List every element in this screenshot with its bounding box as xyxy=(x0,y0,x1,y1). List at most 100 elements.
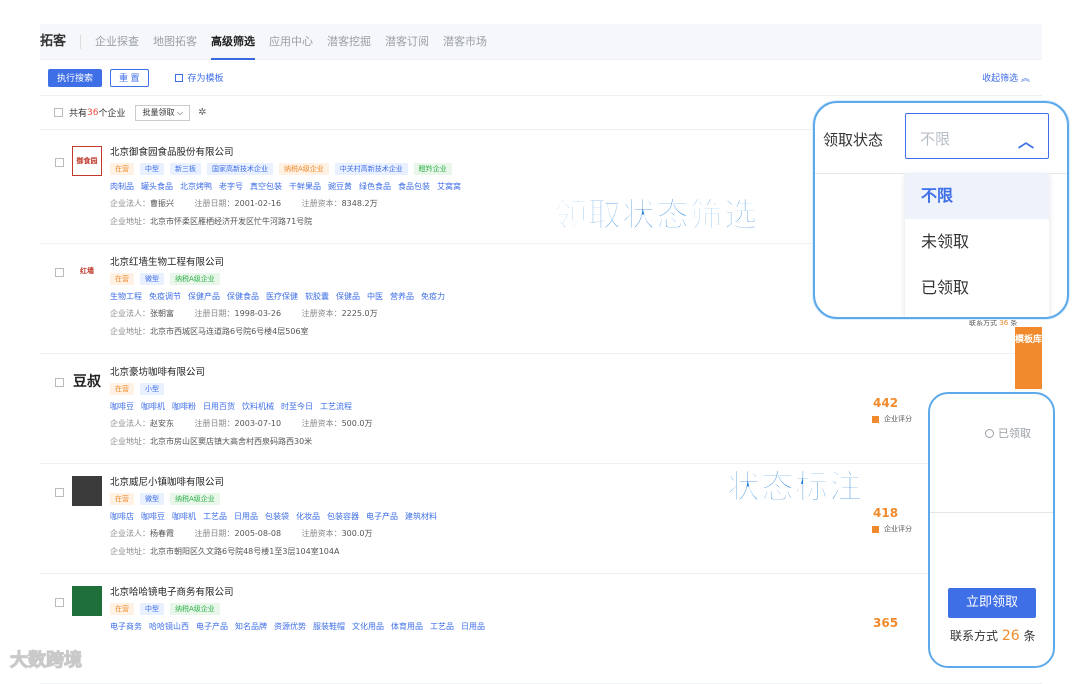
company-row[interactable]: 北京哈哈镜电子商务有限公司 在营 中型 纳税A级企业 电子商务 哈哈镜山西 电子产品 知名品牌… xyxy=(40,574,1042,684)
keyword-link[interactable]: 工艺品 xyxy=(430,622,454,631)
save-template-button[interactable]: 存为模板 xyxy=(174,71,224,84)
keyword-link[interactable]: 软胶囊 xyxy=(305,292,329,301)
company-row[interactable]: 豆叔 北京豪坊咖啡有限公司 在营 小型 咖啡豆 咖啡机 咖啡粉 日用百货 饮料机械 时至今日 工艺流… xyxy=(40,354,1042,464)
gear-icon[interactable]: ✲ xyxy=(198,107,206,118)
keyword-link[interactable]: 咖啡机 xyxy=(141,402,165,411)
keyword-link[interactable]: 营养品 xyxy=(390,292,414,301)
legal-label: 企业法人： xyxy=(110,199,150,208)
tab-enterprise-explore[interactable]: 企业探查 xyxy=(95,24,139,60)
option-unlimited[interactable]: 不限 xyxy=(905,173,1049,219)
company-tag: 纳税A级企业 xyxy=(279,163,329,175)
claim-status-select[interactable]: 不限 ︿ xyxy=(905,113,1049,159)
keyword-link[interactable]: 中医 xyxy=(367,292,383,301)
keyword-link[interactable]: 咖啡粉 xyxy=(172,402,196,411)
keyword-link[interactable]: 保健品 xyxy=(336,292,360,301)
keyword-link[interactable]: 食品包装 xyxy=(398,182,430,191)
register-capital: 2225.0万 xyxy=(341,309,378,318)
keyword-link[interactable]: 咖啡机 xyxy=(172,512,196,521)
company-row[interactable]: 北京威尼小镇咖啡有限公司 在营 微型 纳税A级企业 咖啡店 咖啡豆 咖啡机 工艺品 日用品 包装袋… xyxy=(40,464,1042,574)
reset-button[interactable]: 重 置 xyxy=(110,68,149,87)
company-name[interactable]: 北京御食园食品股份有限公司 xyxy=(110,144,468,158)
company-logo: 红墙 xyxy=(72,256,102,286)
tab-lead-mining[interactable]: 潜客挖掘 xyxy=(327,24,371,60)
keyword-link[interactable]: 生物工程 xyxy=(110,292,142,301)
keyword-link[interactable]: 绿色食品 xyxy=(359,182,391,191)
keyword-link[interactable]: 时至今日 xyxy=(281,402,313,411)
keyword-link[interactable]: 饮料机械 xyxy=(242,402,274,411)
row-checkbox[interactable] xyxy=(55,488,64,497)
contact-prefix: 联系方式 xyxy=(950,629,999,643)
register-date: 1998-03-26 xyxy=(234,309,282,318)
keyword-link[interactable]: 包装袋 xyxy=(265,512,289,521)
keyword-link[interactable]: 日用品 xyxy=(234,512,258,521)
keyword-link[interactable]: 日用百货 xyxy=(203,402,235,411)
keyword-link[interactable]: 服装鞋帽 xyxy=(313,622,345,631)
keyword-link[interactable]: 咖啡豆 xyxy=(141,512,165,521)
keyword-link[interactable]: 体育用品 xyxy=(391,622,423,631)
keyword-link[interactable]: 文化用品 xyxy=(352,622,384,631)
keyword-link[interactable]: 电子商务 xyxy=(110,622,142,631)
legal-person: 赵安东 xyxy=(150,419,174,428)
company-tag: 国家高新技术企业 xyxy=(207,163,273,175)
tab-app-center[interactable]: 应用中心 xyxy=(269,24,313,60)
row-checkbox[interactable] xyxy=(55,598,64,607)
capital-label: 注册资本： xyxy=(301,419,342,428)
status-annotation-callout: 已领取 立即领取 联系方式 26 条 xyxy=(928,392,1055,668)
batch-claim-dropdown[interactable]: 批量领取 ⌵ xyxy=(135,104,191,121)
company-name[interactable]: 北京豪坊咖啡有限公司 xyxy=(110,364,373,378)
claim-now-button[interactable]: 立即领取 xyxy=(948,588,1036,618)
template-library-tab[interactable]: 模板库 xyxy=(1015,327,1042,389)
top-nav: 拓客 企业探查 地图拓客 高级筛选 应用中心 潜客挖掘 潜客订阅 潜客市场 xyxy=(40,24,1042,60)
keyword-link[interactable]: 罐头食品 xyxy=(141,182,173,191)
keyword-link[interactable]: 电子产品 xyxy=(366,512,398,521)
keyword-link[interactable]: 真空包装 xyxy=(250,182,282,191)
company-name[interactable]: 北京哈哈镜电子商务有限公司 xyxy=(110,584,492,598)
keyword-link[interactable]: 哈哈镜山西 xyxy=(149,622,189,631)
result-count: 36 xyxy=(87,107,99,118)
row-checkbox[interactable] xyxy=(55,268,64,277)
keyword-link[interactable]: 免疫力 xyxy=(421,292,445,301)
keyword-link[interactable]: 咖啡豆 xyxy=(110,402,134,411)
watermark: 大数跨境 xyxy=(10,650,83,672)
option-claimed[interactable]: 已领取 xyxy=(905,265,1049,311)
keyword-link[interactable]: 知名品牌 xyxy=(235,622,267,631)
keyword-link[interactable]: 北京烤鸭 xyxy=(180,182,212,191)
collapse-filter-button[interactable]: 收起筛选 ︽ xyxy=(982,71,1030,84)
company-tag: 纳税A级企业 xyxy=(170,273,220,285)
keyword-link[interactable]: 资源优势 xyxy=(274,622,306,631)
tab-lead-market[interactable]: 潜客市场 xyxy=(443,24,487,60)
address-value: 北京市房山区窦店镇大高舍村西泉码路西30米 xyxy=(150,437,313,446)
option-unclaimed[interactable]: 未领取 xyxy=(905,219,1049,265)
count-prefix: 共有 xyxy=(69,109,88,119)
execute-search-button[interactable]: 执行搜索 xyxy=(48,68,103,87)
company-tag: 中型 xyxy=(140,163,164,175)
row-checkbox[interactable] xyxy=(55,158,64,167)
tab-map-prospect[interactable]: 地图拓客 xyxy=(153,24,197,60)
keyword-link[interactable]: 日用品 xyxy=(461,622,485,631)
filter-overlay-title: 领取状态筛选 xyxy=(554,195,758,235)
keyword-link[interactable]: 保健产品 xyxy=(188,292,220,301)
tab-advanced-filter[interactable]: 高级筛选 xyxy=(211,24,256,60)
tab-lead-subscription[interactable]: 潜客订阅 xyxy=(385,24,429,60)
keyword-link[interactable]: 电子产品 xyxy=(196,622,228,631)
keyword-link[interactable]: 保健食品 xyxy=(227,292,259,301)
keyword-link[interactable]: 医疗保健 xyxy=(266,292,298,301)
keyword-link[interactable]: 工艺流程 xyxy=(320,402,352,411)
keyword-link[interactable]: 肉制品 xyxy=(110,182,134,191)
keyword-link[interactable]: 免疫调节 xyxy=(149,292,181,301)
row-checkbox[interactable] xyxy=(55,378,64,387)
keyword-link[interactable]: 干鲜果品 xyxy=(289,182,321,191)
keyword-link[interactable]: 化妆品 xyxy=(296,512,320,521)
company-logo xyxy=(72,586,102,616)
keyword-link[interactable]: 艾窝窝 xyxy=(437,182,461,191)
keyword-link[interactable]: 豌豆黄 xyxy=(328,182,352,191)
keyword-link[interactable]: 工艺品 xyxy=(203,512,227,521)
keyword-link[interactable]: 老字号 xyxy=(219,182,243,191)
keyword-link[interactable]: 咖啡店 xyxy=(110,512,134,521)
company-name[interactable]: 北京威尼小镇咖啡有限公司 xyxy=(110,474,444,488)
keyword-link[interactable]: 建筑材料 xyxy=(405,512,437,521)
select-all-checkbox[interactable] xyxy=(54,108,63,117)
keyword-link[interactable]: 包装容器 xyxy=(327,512,359,521)
company-name[interactable]: 北京红墙生物工程有限公司 xyxy=(110,254,452,268)
company-tag: 瞪羚企业 xyxy=(413,163,452,175)
